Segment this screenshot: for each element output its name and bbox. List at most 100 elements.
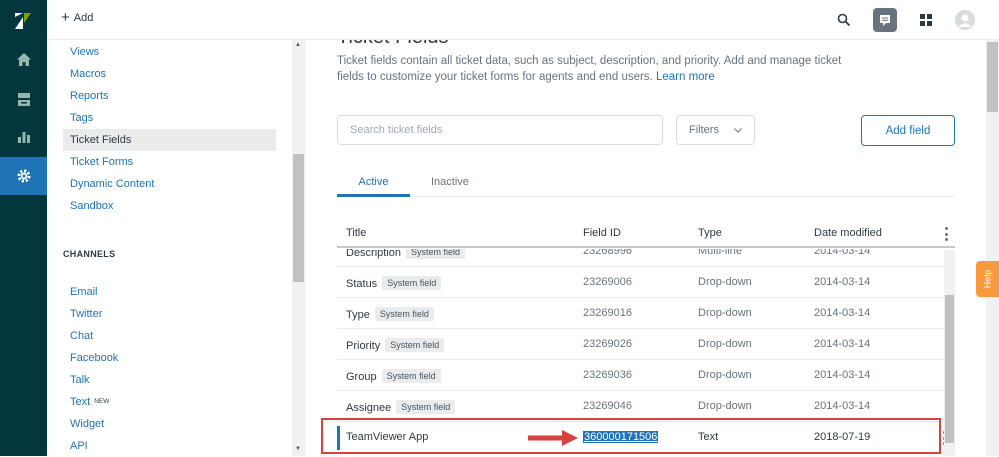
sidebar-item-ticket-forms[interactable]: Ticket Forms <box>63 151 276 173</box>
page-title: Ticket Fields <box>337 40 449 49</box>
row-title: Group <box>346 371 377 383</box>
tab-inactive[interactable]: Inactive <box>431 176 469 188</box>
sidebar-item-macros[interactable]: Macros <box>63 63 276 85</box>
table-header: Title Field ID Type Date modified <box>337 218 955 248</box>
row-type: Drop-down <box>698 369 752 381</box>
new-badge: NEW <box>94 398 110 406</box>
row-field-id: 23269036 <box>583 369 632 381</box>
scroll-up-arrow-icon[interactable]: ▲ <box>295 42 301 48</box>
help-label: Help <box>982 269 993 289</box>
system-field-badge: System field <box>406 249 466 259</box>
filters-dropdown[interactable]: Filters <box>676 115 755 145</box>
column-header-title[interactable]: Title <box>346 227 366 239</box>
row-type: Drop-down <box>698 276 752 288</box>
views-icon[interactable] <box>0 80 47 118</box>
sidebar-item-talk[interactable]: Talk <box>63 369 276 391</box>
table-row[interactable]: Status System field 23269006 Drop-down 20… <box>337 267 955 298</box>
reporting-icon[interactable] <box>0 118 47 156</box>
plus-icon: + <box>61 9 70 26</box>
row-title: Type <box>346 309 370 321</box>
filters-label: Filters <box>689 124 719 136</box>
add-button-label: Add <box>73 12 94 24</box>
sidebar-item-sandbox[interactable]: Sandbox <box>63 195 276 217</box>
column-options-icon[interactable] <box>945 227 949 241</box>
sidebar-item-reports[interactable]: Reports <box>63 85 276 107</box>
page-scrollbar-thumb[interactable] <box>987 42 998 112</box>
table-scrollbar[interactable] <box>944 250 955 456</box>
row-type: Drop-down <box>698 307 752 319</box>
chevron-down-icon <box>734 127 742 133</box>
table-scrollbar-thumb[interactable] <box>945 295 954 443</box>
scroll-down-arrow-icon[interactable]: ▼ <box>295 446 301 452</box>
sidebar-item-dynamic-content[interactable]: Dynamic Content <box>63 173 276 195</box>
channels-heading: CHANNELS <box>63 249 116 259</box>
system-field-badge: System field <box>396 400 456 414</box>
add-button[interactable]: + Add <box>61 9 94 26</box>
row-type: Drop-down <box>698 400 752 412</box>
row-title: Assignee <box>346 402 392 414</box>
main-content: Ticket Fields Ticket fields contain all … <box>305 40 999 456</box>
sidebar-item-text-label: Text <box>70 396 91 408</box>
sidebar-item-chat[interactable]: Chat <box>63 325 276 347</box>
sidebar-scrollbar[interactable]: ▲ ▼ <box>292 40 305 456</box>
row-date: 2014-03-14 <box>814 369 871 381</box>
sidebar-item-views[interactable]: Views <box>63 41 276 63</box>
chat-icon[interactable] <box>873 8 897 32</box>
search-input[interactable]: Search ticket fields <box>337 115 663 145</box>
sidebar-item-api[interactable]: API <box>63 435 276 457</box>
row-date: 2014-03-14 <box>814 338 871 350</box>
system-field-badge: System field <box>385 338 445 352</box>
system-field-badge: System field <box>381 369 441 383</box>
row-field-id: 23269016 <box>583 307 632 319</box>
table-row[interactable]: Description System field 23268996 Multi-l… <box>337 249 955 267</box>
row-field-id: 23269026 <box>583 338 632 350</box>
annotation-arrow-icon <box>528 430 578 446</box>
row-title: Priority <box>346 340 381 352</box>
product-rail <box>0 0 47 456</box>
zendesk-logo-icon[interactable] <box>12 10 34 32</box>
sidebar-item-tags[interactable]: Tags <box>63 107 276 129</box>
status-tabs: Active Inactive <box>337 168 955 197</box>
column-header-field-id[interactable]: Field ID <box>583 227 621 239</box>
row-field-id: 23269006 <box>583 276 632 288</box>
top-bar: + Add <box>47 0 999 40</box>
row-type: Multi-line <box>698 249 743 257</box>
add-field-button[interactable]: Add field <box>861 115 955 146</box>
home-icon[interactable] <box>0 40 47 78</box>
row-date: 2014-03-14 <box>814 249 871 257</box>
page-scrollbar[interactable] <box>986 40 999 456</box>
page-description: Ticket fields contain all ticket data, s… <box>337 53 867 85</box>
sidebar-item-email[interactable]: Email <box>63 281 276 303</box>
row-date: 2014-03-14 <box>814 307 871 319</box>
help-button[interactable]: Help <box>976 261 999 297</box>
row-field-id: 23268996 <box>583 249 632 257</box>
admin-gear-icon[interactable] <box>0 157 47 195</box>
learn-more-link[interactable]: Learn more <box>656 71 715 83</box>
sidebar-item-facebook[interactable]: Facebook <box>63 347 276 369</box>
row-date: 2014-03-14 <box>814 276 871 288</box>
system-field-badge: System field <box>374 307 434 321</box>
table-row[interactable]: Group System field 23269036 Drop-down 201… <box>337 360 955 391</box>
tab-active[interactable]: Active <box>337 176 410 197</box>
sidebar-item-twitter[interactable]: Twitter <box>63 303 276 325</box>
sidebar-item-widget[interactable]: Widget <box>63 413 276 435</box>
table-row[interactable]: Priority System field 23269026 Drop-down … <box>337 329 955 360</box>
search-icon[interactable] <box>832 8 856 32</box>
row-date: 2014-03-14 <box>814 400 871 412</box>
sidebar-item-ticket-fields[interactable]: Ticket Fields <box>63 129 276 151</box>
sidebar-item-text[interactable]: Text NEW <box>63 391 276 413</box>
row-title: Description <box>346 249 402 259</box>
admin-sidebar: Views Macros Reports Tags Ticket Fields … <box>47 40 305 456</box>
description-text: Ticket fields contain all ticket data, s… <box>337 55 842 83</box>
row-title: Status <box>346 278 378 290</box>
row-field-id: 23269046 <box>583 400 632 412</box>
avatar[interactable] <box>955 10 975 30</box>
column-header-date-modified[interactable]: Date modified <box>814 227 882 239</box>
column-header-type[interactable]: Type <box>698 227 722 239</box>
row-type: Drop-down <box>698 338 752 350</box>
product-tray-icon[interactable] <box>914 8 938 32</box>
system-field-badge: System field <box>382 276 442 290</box>
sidebar-scrollbar-thumb[interactable] <box>293 154 304 282</box>
table-row[interactable]: Type System field 23269016 Drop-down 2014… <box>337 298 955 329</box>
annotation-highlight-box <box>321 418 941 454</box>
